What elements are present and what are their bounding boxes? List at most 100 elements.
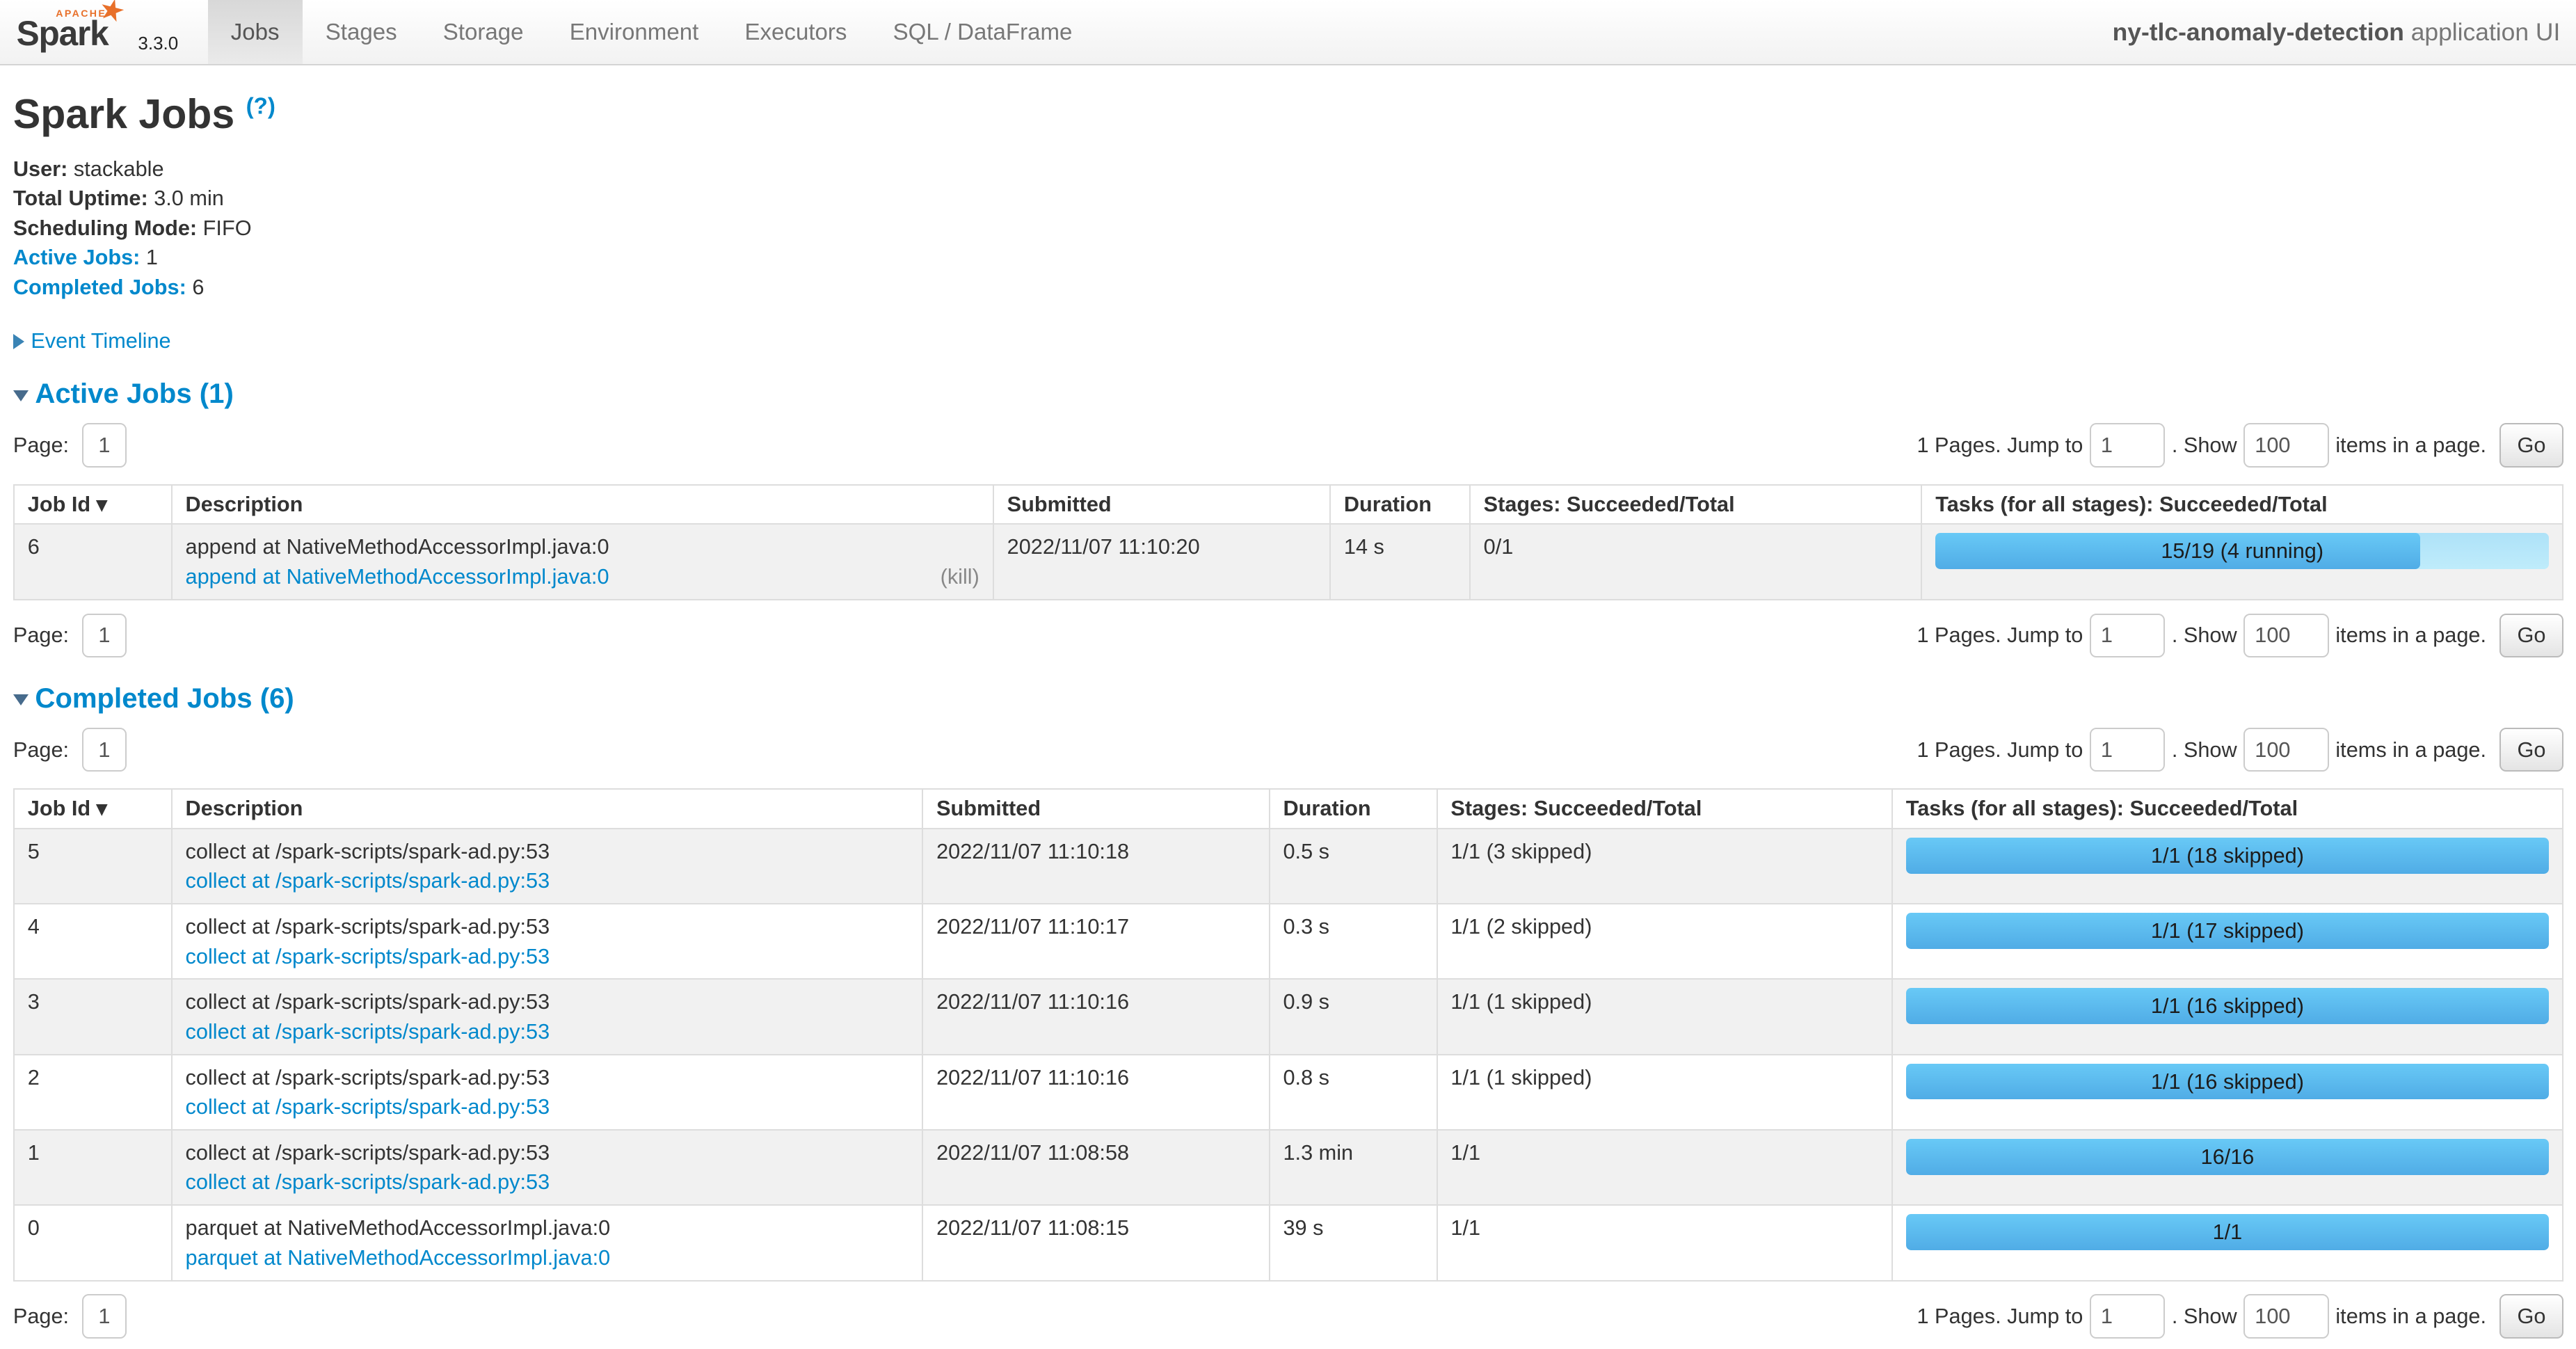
items-per-page-input[interactable] — [2243, 423, 2329, 468]
show-text: . Show — [2172, 623, 2237, 648]
tab-stages[interactable]: Stages — [303, 0, 420, 64]
tasks-progress-label: 15/19 (4 running) — [1935, 533, 2549, 569]
jump-to-page-input[interactable] — [2090, 614, 2166, 658]
job-stages-cell: 1/1 (1 skipped) — [1437, 1055, 1892, 1130]
job-submitted-cell: 2022/11/07 11:08:15 — [922, 1205, 1269, 1280]
application-title-suffix: application UI — [2411, 18, 2561, 46]
tab-executors[interactable]: Executors — [721, 0, 870, 64]
job-description-link[interactable]: collect at /spark-scripts/spark-ad.py:53 — [186, 868, 550, 893]
job-stages-cell: 1/1 (3 skipped) — [1437, 829, 1892, 904]
go-button[interactable]: Go — [2499, 1294, 2563, 1339]
column-header[interactable]: Tasks (for all stages): Succeeded/Total — [1892, 789, 2563, 829]
column-header[interactable]: Duration — [1330, 485, 1470, 525]
items-per-page-input[interactable] — [2243, 728, 2329, 772]
job-description-text: parquet at NativeMethodAccessorImpl.java… — [186, 1214, 909, 1242]
pagination-left: Page: — [13, 1294, 127, 1339]
kill-link[interactable]: (kill) — [941, 563, 979, 591]
job-description-link[interactable]: append at NativeMethodAccessorImpl.java:… — [186, 564, 609, 589]
tasks-progress-label: 16/16 — [1906, 1139, 2549, 1175]
page-number-input[interactable] — [82, 614, 127, 658]
job-tasks-cell: 1/1 (17 skipped) — [1892, 904, 2563, 979]
pagination-left: Page: — [13, 728, 127, 772]
completed-jobs-heading[interactable]: Completed Jobs (6) — [13, 683, 2563, 715]
column-header[interactable]: Duration — [1270, 789, 1437, 829]
page-label: Page: — [13, 623, 69, 648]
tab-jobs[interactable]: Jobs — [208, 0, 303, 64]
page-label: Page: — [13, 737, 69, 763]
job-tasks-cell: 1/1 — [1892, 1205, 2563, 1280]
summary-label[interactable]: Active Jobs: — [13, 245, 140, 269]
column-header[interactable]: Description — [172, 789, 923, 829]
event-timeline-toggle[interactable]: Event Timeline — [31, 328, 170, 353]
jump-to-page-input[interactable] — [2090, 1294, 2166, 1339]
table-header-row: Job Id ▾DescriptionSubmittedDurationStag… — [14, 789, 2563, 829]
active-jobs-top-pagination: Page:1 Pages. Jump to. Showitems in a pa… — [13, 423, 2563, 468]
summary-label: User: — [13, 157, 67, 181]
job-description-link[interactable]: collect at /spark-scripts/spark-ad.py:53 — [186, 1094, 550, 1119]
summary-label[interactable]: Completed Jobs: — [13, 275, 186, 299]
job-description-sub: parquet at NativeMethodAccessorImpl.java… — [186, 1244, 909, 1272]
job-description-text: collect at /spark-scripts/spark-ad.py:53 — [186, 988, 909, 1016]
column-header[interactable]: Stages: Succeeded/Total — [1437, 789, 1892, 829]
items-per-page-text: items in a page. — [2335, 433, 2486, 458]
jump-to-page-input[interactable] — [2090, 423, 2166, 468]
collapse-arrow-icon — [13, 694, 29, 705]
navbar: APACHE Spark ★ 3.3.0 JobsStagesStorageEn… — [0, 0, 2576, 65]
table-header-row: Job Id ▾DescriptionSubmittedDurationStag… — [14, 485, 2563, 525]
spark-logo[interactable]: APACHE Spark ★ 3.3.0 — [0, 0, 191, 64]
job-description-text: collect at /spark-scripts/spark-ad.py:53 — [186, 913, 909, 941]
job-description-sub: collect at /spark-scripts/spark-ad.py:53 — [186, 1093, 909, 1121]
job-id-cell: 1 — [14, 1130, 172, 1205]
page-number-input[interactable] — [82, 423, 127, 468]
job-description-link[interactable]: collect at /spark-scripts/spark-ad.py:53 — [186, 1019, 550, 1044]
summary-item: Total Uptime: 3.0 min — [13, 184, 2563, 214]
job-id-cell: 0 — [14, 1205, 172, 1280]
jump-to-page-input[interactable] — [2090, 728, 2166, 772]
tab-storage[interactable]: Storage — [420, 0, 547, 64]
column-header[interactable]: Stages: Succeeded/Total — [1470, 485, 1922, 525]
column-header[interactable]: Tasks (for all stages): Succeeded/Total — [1921, 485, 2563, 525]
active-jobs-table: Job Id ▾DescriptionSubmittedDurationStag… — [13, 484, 2563, 600]
job-description-sub: collect at /spark-scripts/spark-ad.py:53 — [186, 943, 909, 971]
application-title: ny-tlc-anomaly-detection application UI — [2113, 18, 2576, 47]
tab-environment[interactable]: Environment — [547, 0, 722, 64]
tasks-progress-bar: 15/19 (4 running) — [1935, 533, 2549, 569]
active-jobs-heading[interactable]: Active Jobs (1) — [13, 378, 2563, 410]
go-button[interactable]: Go — [2499, 423, 2563, 468]
tasks-progress-label: 1/1 (17 skipped) — [1906, 913, 2549, 949]
summary-value: stackable — [74, 157, 164, 181]
active-jobs-bottom-pagination: Page:1 Pages. Jump to. Showitems in a pa… — [13, 614, 2563, 658]
job-submitted-cell: 2022/11/07 11:10:17 — [922, 904, 1269, 979]
page-number-input[interactable] — [82, 728, 127, 772]
tasks-progress-bar: 1/1 (16 skipped) — [1906, 988, 2549, 1024]
column-header[interactable]: Submitted — [922, 789, 1269, 829]
summary-value: 6 — [192, 275, 204, 299]
tab-sql-dataframe[interactable]: SQL / DataFrame — [870, 0, 1096, 64]
active-jobs-heading-text: Active Jobs (1) — [35, 378, 234, 409]
column-header[interactable]: Job Id ▾ — [14, 789, 172, 829]
job-description-sub: collect at /spark-scripts/spark-ad.py:53 — [186, 1018, 909, 1046]
summary-value: 1 — [146, 245, 158, 269]
column-header[interactable]: Submitted — [993, 485, 1330, 525]
help-link[interactable]: (?) — [246, 93, 275, 119]
job-description-link[interactable]: parquet at NativeMethodAccessorImpl.java… — [186, 1245, 611, 1270]
job-duration-cell: 1.3 min — [1270, 1130, 1437, 1205]
job-description-link[interactable]: collect at /spark-scripts/spark-ad.py:53 — [186, 944, 550, 968]
column-header[interactable]: Description — [172, 485, 993, 525]
page-number-input[interactable] — [82, 1294, 127, 1339]
go-button[interactable]: Go — [2499, 728, 2563, 772]
job-id-cell: 5 — [14, 829, 172, 904]
tasks-progress-bar: 1/1 (16 skipped) — [1906, 1064, 2549, 1100]
pagination-right: 1 Pages. Jump to. Showitems in a page.Go — [1910, 423, 2563, 468]
job-description-sub: collect at /spark-scripts/spark-ad.py:53 — [186, 867, 909, 895]
job-description-link[interactable]: collect at /spark-scripts/spark-ad.py:53 — [186, 1170, 550, 1194]
items-per-page-input[interactable] — [2243, 1294, 2329, 1339]
go-button[interactable]: Go — [2499, 614, 2563, 658]
job-duration-cell: 14 s — [1330, 524, 1470, 599]
completed-jobs-table: Job Id ▾DescriptionSubmittedDurationStag… — [13, 788, 2563, 1281]
items-per-page-input[interactable] — [2243, 614, 2329, 658]
completed-jobs-heading-text: Completed Jobs (6) — [35, 683, 294, 714]
tasks-progress-bar: 16/16 — [1906, 1139, 2549, 1175]
column-header[interactable]: Job Id ▾ — [14, 485, 172, 525]
pagination-right: 1 Pages. Jump to. Showitems in a page.Go — [1910, 728, 2563, 772]
